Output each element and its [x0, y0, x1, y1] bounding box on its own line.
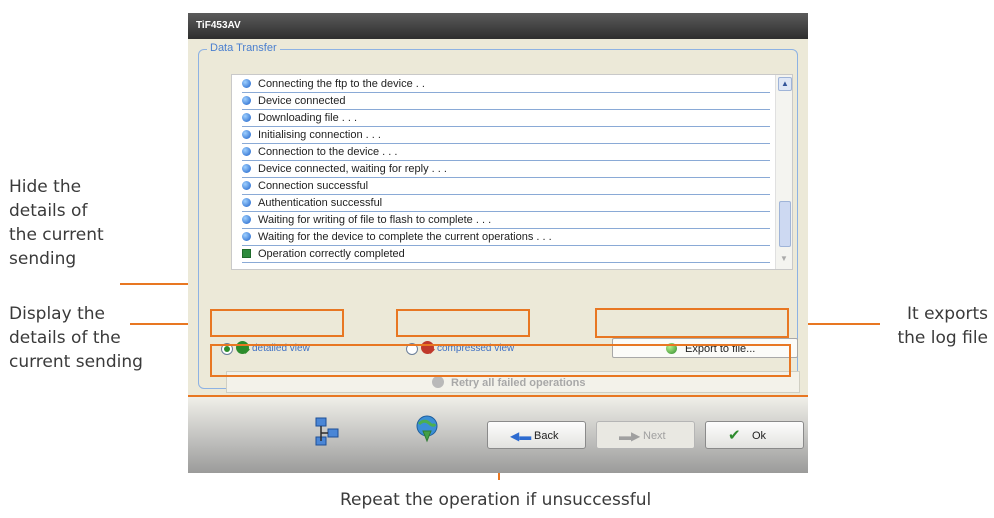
- log-entry: Waiting for writing of file to flash to …: [242, 212, 770, 229]
- window-title: TiF453AV: [196, 20, 241, 31]
- log-entry: Downloading file . . .: [242, 110, 770, 127]
- highlight-compressed-view: [396, 309, 530, 337]
- log-entry-text: Downloading file . . .: [258, 112, 358, 124]
- log-entry-text: Initialising connection . . .: [258, 129, 381, 141]
- log-list[interactable]: Connecting the ftp to the device . . Dev…: [231, 74, 793, 270]
- next-button-label: Next: [643, 430, 666, 442]
- scroll-down-icon[interactable]: ▼: [778, 253, 790, 265]
- check-square-icon: [242, 249, 251, 258]
- log-entry: Device connected, waiting for reply . . …: [242, 161, 770, 178]
- log-entry-text: Device connected, waiting for reply . . …: [258, 163, 447, 175]
- log-entry: Connection to the device . . .: [242, 144, 770, 161]
- bullet-icon: [242, 164, 251, 173]
- retry-button-label: Retry all failed operations: [451, 377, 586, 389]
- log-entry: Connecting the ftp to the device . .: [242, 76, 770, 93]
- log-entry-text: Operation correctly completed: [258, 248, 405, 260]
- log-entry: Device connected: [242, 93, 770, 110]
- log-entry: Waiting for the device to complete the c…: [242, 229, 770, 246]
- bullet-icon: [242, 113, 251, 122]
- bullet-icon: [242, 232, 251, 241]
- annotation-display-details: Display the details of the current sendi…: [9, 302, 143, 374]
- highlight-retry-button: [210, 344, 791, 377]
- annotation-exports: It exports the log file: [888, 302, 988, 350]
- checkmark-icon: ✔: [728, 427, 741, 444]
- scroll-thumb[interactable]: [779, 201, 791, 247]
- data-transfer-group: Data Transfer Connecting the ftp to the …: [198, 42, 800, 393]
- back-button-label: Back: [534, 430, 559, 442]
- annotation-line: sending: [9, 249, 77, 269]
- ok-button[interactable]: ✔ Ok: [705, 421, 804, 449]
- log-entry: Initialising connection . . .: [242, 127, 770, 144]
- log-entry-text: Waiting for writing of file to flash to …: [258, 214, 492, 226]
- retry-icon: [432, 376, 444, 388]
- log-entry-text: Device connected: [258, 95, 346, 107]
- log-entry-text: Connection to the device . . .: [258, 146, 398, 158]
- network-icon: [315, 417, 339, 446]
- annotation-line: details of the: [9, 328, 121, 348]
- bullet-icon: [242, 198, 251, 207]
- next-arrow-icon: ▬▶: [619, 429, 641, 443]
- annotation-line: Hide the: [9, 177, 82, 197]
- annotation-line: the log file: [897, 328, 988, 348]
- annotation-hide-details: Hide the details of the current sending: [9, 175, 104, 271]
- bullet-icon: [242, 79, 251, 88]
- highlight-export-button: [595, 308, 789, 338]
- log-scrollbar[interactable]: ▲ ▼: [775, 75, 792, 269]
- back-button[interactable]: ◀▬ Back: [487, 421, 586, 449]
- annotation-line: the current: [9, 225, 104, 245]
- log-entry: Operation correctly completed: [242, 246, 770, 263]
- bullet-icon: [242, 130, 251, 139]
- navigation-bar: ◀▬ Back ▬▶ Next ✔ Ok: [188, 395, 808, 473]
- log-entry-text: Waiting for the device to complete the c…: [258, 231, 552, 243]
- content-area: Data Transfer Connecting the ftp to the …: [188, 39, 808, 395]
- group-title: Data Transfer: [207, 42, 280, 54]
- annotation-line: It exports: [906, 304, 988, 324]
- scroll-up-icon[interactable]: ▲: [778, 77, 792, 91]
- log-entry: Connection successful: [242, 178, 770, 195]
- title-bar: TiF453AV: [188, 13, 808, 39]
- annotation-repeat: Repeat the operation if unsuccessful: [340, 490, 652, 510]
- log-entry-text: Connecting the ftp to the device . .: [258, 78, 425, 90]
- bullet-icon: [242, 215, 251, 224]
- annotation-line: current sending: [9, 352, 143, 372]
- download-icon: [416, 415, 438, 443]
- annotation-line: Display the: [9, 304, 105, 324]
- log-entry: Authentication successful: [242, 195, 770, 212]
- back-arrow-icon: ◀▬: [510, 429, 532, 443]
- annotation-line: details of: [9, 201, 88, 221]
- ok-button-label: Ok: [752, 430, 767, 442]
- next-button[interactable]: ▬▶ Next: [596, 421, 695, 449]
- bullet-icon: [242, 181, 251, 190]
- bullet-icon: [242, 147, 251, 156]
- log-entry-text: Connection successful: [258, 180, 369, 192]
- highlight-detailed-view: [210, 309, 344, 337]
- app-window: TiF453AV Data Transfer Connecting the ft…: [188, 13, 808, 473]
- log-entry-text: Authentication successful: [258, 197, 383, 209]
- bullet-icon: [242, 96, 251, 105]
